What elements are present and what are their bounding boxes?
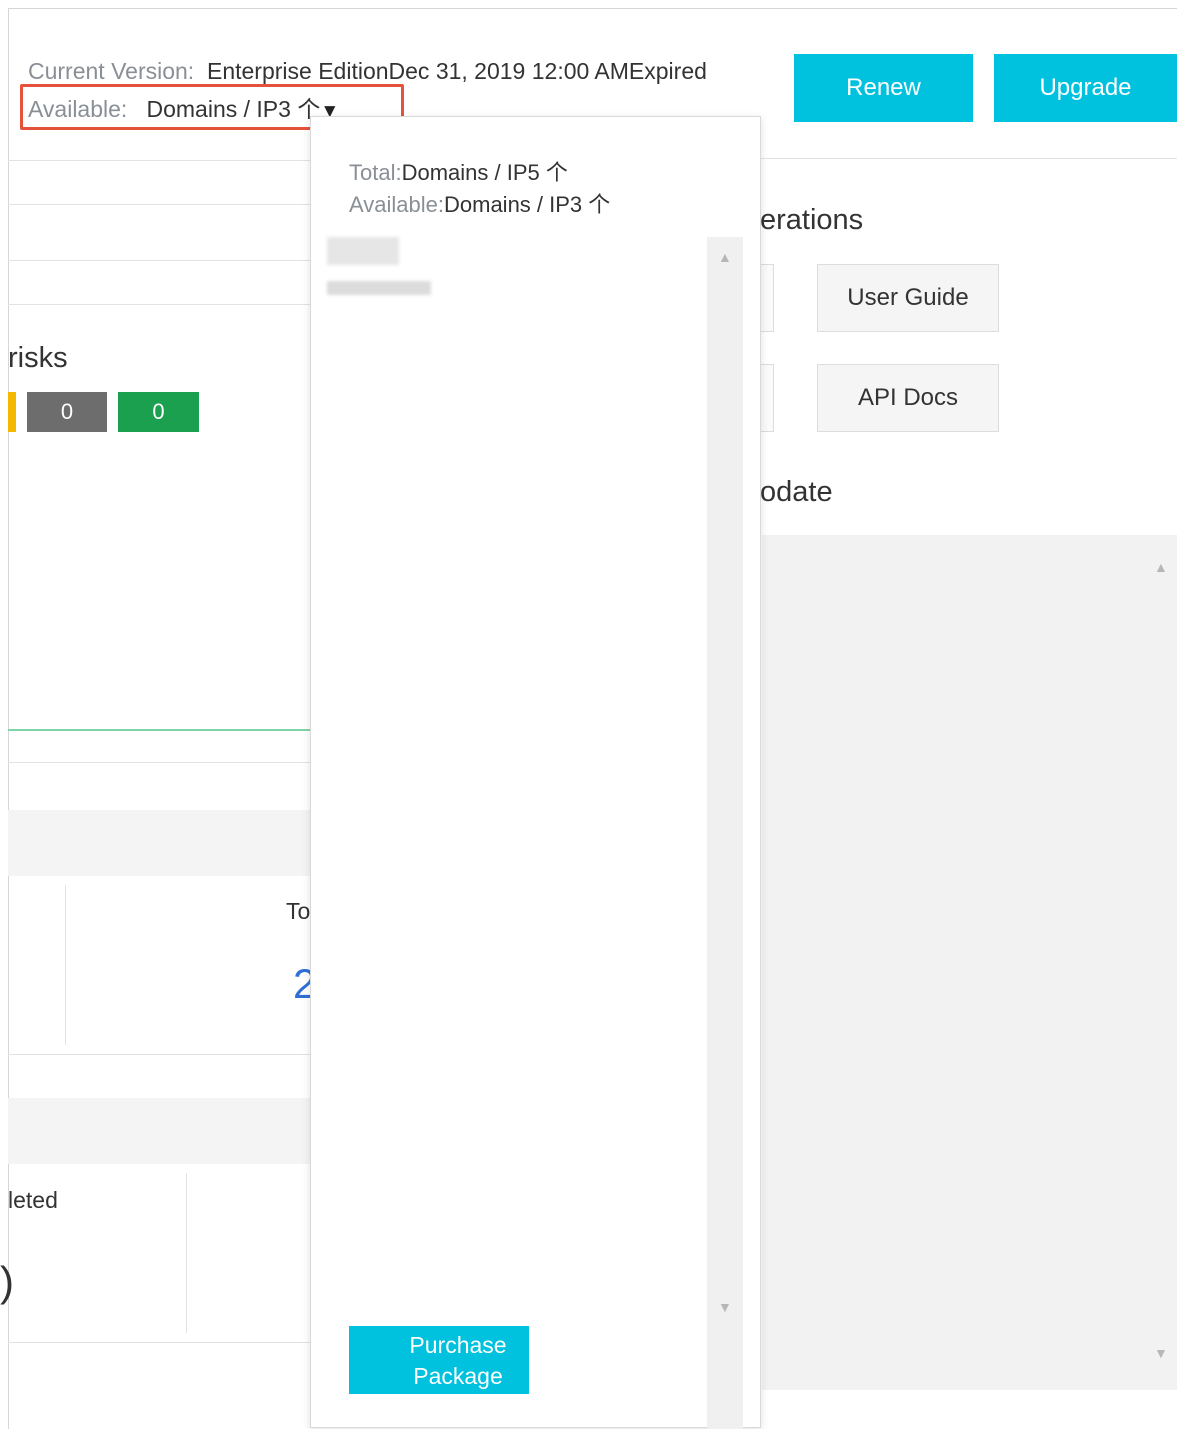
purchase-package-button[interactable]: Purchase Package <box>349 1326 529 1394</box>
current-version-value: Enterprise EditionDec 31, 2019 12:00 AME… <box>206 58 707 84</box>
popover-available-value: Domains / IP3 个 <box>444 192 611 217</box>
divider <box>8 762 310 763</box>
divider <box>8 304 310 305</box>
column-divider <box>65 885 66 1045</box>
completed-label-fragment: leted <box>8 1187 58 1213</box>
scroll-up-icon[interactable]: ▲ <box>718 249 732 265</box>
divider <box>761 158 1177 159</box>
risk-badge-green: 0 <box>118 392 199 432</box>
risk-badge-gray: 0 <box>27 392 107 432</box>
chart-line <box>8 729 310 731</box>
list-item[interactable] <box>327 237 399 265</box>
current-version: Current Version: Enterprise EditionDec 3… <box>28 58 707 85</box>
renew-button[interactable]: Renew <box>794 54 973 122</box>
list-scrollbar[interactable]: ▲ ▼ <box>707 237 743 1429</box>
divider <box>8 260 310 261</box>
operations-title: erations <box>760 204 864 236</box>
total-label-fragment: To <box>286 898 311 924</box>
scroll-down-icon[interactable]: ▼ <box>1154 1345 1168 1361</box>
column-divider <box>186 1173 187 1333</box>
risk-badge-warning <box>8 392 16 432</box>
popover-total-value: Domains / IP5 个 <box>401 160 568 185</box>
divider <box>8 160 310 161</box>
section-header-band <box>8 810 310 876</box>
completed-value-fragment: ) <box>0 1258 14 1305</box>
section-header-band <box>8 1098 310 1164</box>
divider <box>8 1342 310 1343</box>
popover-available-label: Available: <box>349 192 444 217</box>
popover-available: Available:Domains / IP3 个 <box>349 187 610 219</box>
popover-total-label: Total: <box>349 160 402 185</box>
divider <box>8 1054 310 1055</box>
popover-total: Total:Domains / IP5 个 <box>349 155 568 187</box>
update-panel: ▲ ▼ <box>762 535 1177 1390</box>
user-guide-button[interactable]: User Guide <box>817 264 999 332</box>
domain-list[interactable]: ▲ ▼ <box>325 237 743 1429</box>
list-item[interactable] <box>327 281 431 295</box>
risks-title: risks <box>8 342 68 374</box>
scroll-up-icon[interactable]: ▲ <box>1154 559 1168 575</box>
scroll-down-icon[interactable]: ▼ <box>718 1299 732 1315</box>
divider <box>8 204 310 205</box>
quota-popover: Total:Domains / IP5 个 Available:Domains … <box>310 116 761 1429</box>
upgrade-button[interactable]: Upgrade <box>994 54 1177 122</box>
update-title: odate <box>760 476 833 508</box>
domain-list-body <box>325 237 707 1429</box>
current-version-label: Current Version: <box>28 58 195 84</box>
api-docs-button[interactable]: API Docs <box>817 364 999 432</box>
